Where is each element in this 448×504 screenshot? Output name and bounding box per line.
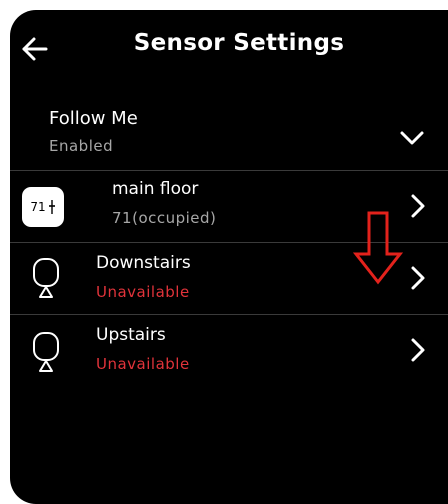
page-title: Sensor Settings	[133, 30, 345, 56]
header: Sensor Settings	[10, 10, 448, 90]
room-sensor-icon	[33, 258, 59, 298]
sensor-name: Upstairs	[96, 325, 166, 345]
follow-me-title: Follow Me	[49, 108, 138, 129]
chevron-right-icon[interactable]	[410, 337, 426, 363]
follow-me-status: Enabled	[49, 137, 114, 155]
chevron-down-icon[interactable]	[399, 130, 425, 146]
follow-me-section[interactable]: Follow Me Enabled	[10, 104, 448, 174]
sensor-row-upstairs[interactable]: Upstairs Unavailable	[10, 315, 448, 387]
sensor-settings-screen: Sensor Settings Follow Me Enabled 71 mai…	[10, 10, 448, 504]
chevron-right-icon[interactable]	[410, 193, 426, 219]
red-down-arrow-icon	[352, 211, 404, 285]
sensor-status: 71(occupied)	[112, 209, 217, 227]
room-sensor-icon	[33, 332, 59, 372]
sensor-name: Downstairs	[96, 253, 191, 273]
thermostat-slider-icon	[48, 200, 55, 214]
sensor-status: Unavailable	[96, 283, 190, 301]
thermostat-icon-value: 71	[30, 200, 46, 214]
thermostat-icon: 71	[22, 187, 64, 227]
sensor-name: main floor	[112, 179, 199, 199]
sensor-status: Unavailable	[96, 355, 190, 373]
chevron-right-icon[interactable]	[410, 265, 426, 291]
